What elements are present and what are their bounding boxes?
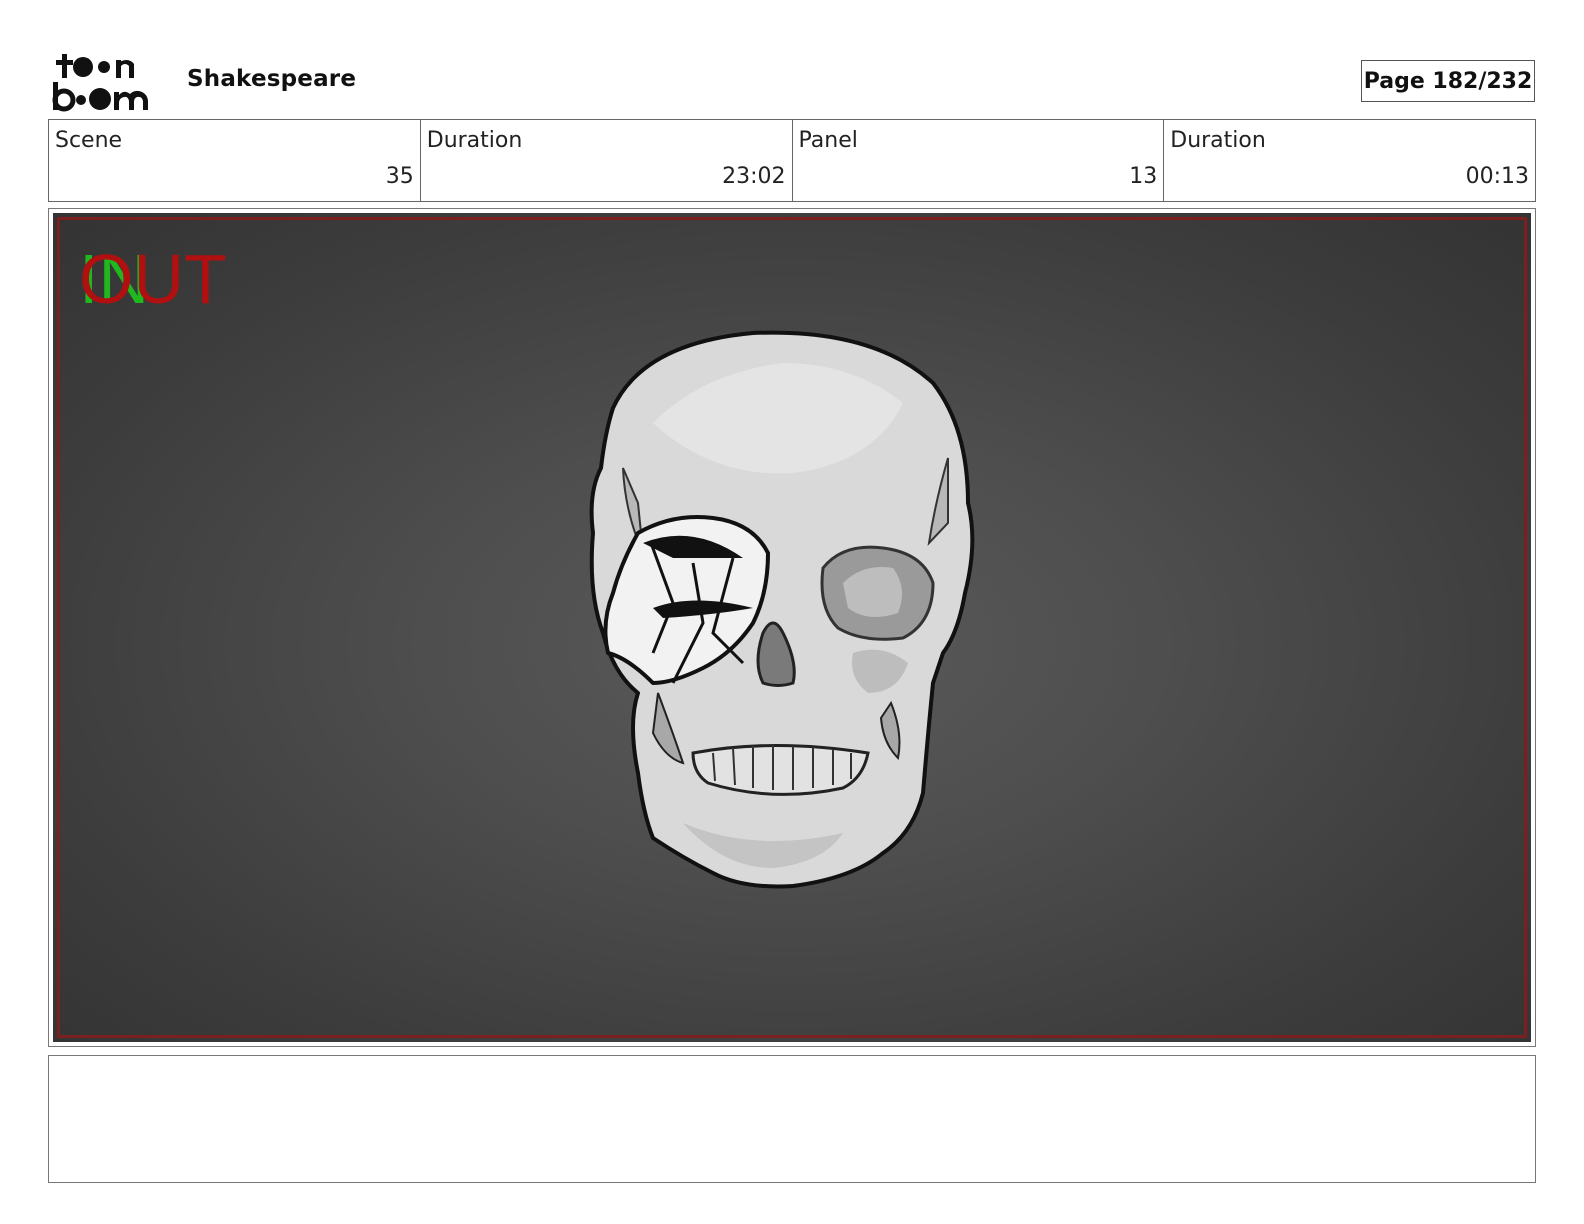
scene-cell: Scene 35 <box>49 120 421 201</box>
panel-label: Panel <box>798 128 858 153</box>
scene-duration-value: 23:02 <box>722 164 786 189</box>
scene-label: Scene <box>55 128 123 153</box>
project-title: Shakespeare <box>187 66 357 92</box>
in-out-marker: IN OUT <box>79 241 227 318</box>
page-number: Page 182/232 <box>1361 60 1535 102</box>
safe-frame <box>57 217 1527 1038</box>
scene-value: 35 <box>385 164 414 189</box>
scene-duration-cell: Duration 23:02 <box>421 120 793 201</box>
out-marker: OUT <box>79 241 227 318</box>
panel-duration-cell: Duration 00:13 <box>1164 120 1535 201</box>
panel-value: 13 <box>1129 164 1158 189</box>
scene-duration-label: Duration <box>426 128 523 153</box>
panel-duration-value: 00:13 <box>1465 164 1529 189</box>
toon-boom-logo <box>52 54 148 112</box>
panel-drawing: IN OUT <box>53 213 1531 1042</box>
panel-frame: IN OUT <box>48 208 1536 1047</box>
panel-notes-box[interactable] <box>48 1055 1536 1183</box>
panel-info-table: Scene 35 Duration 23:02 Panel 13 Duratio… <box>48 119 1536 202</box>
panel-cell: Panel 13 <box>793 120 1165 201</box>
panel-duration-label: Duration <box>1170 128 1266 153</box>
